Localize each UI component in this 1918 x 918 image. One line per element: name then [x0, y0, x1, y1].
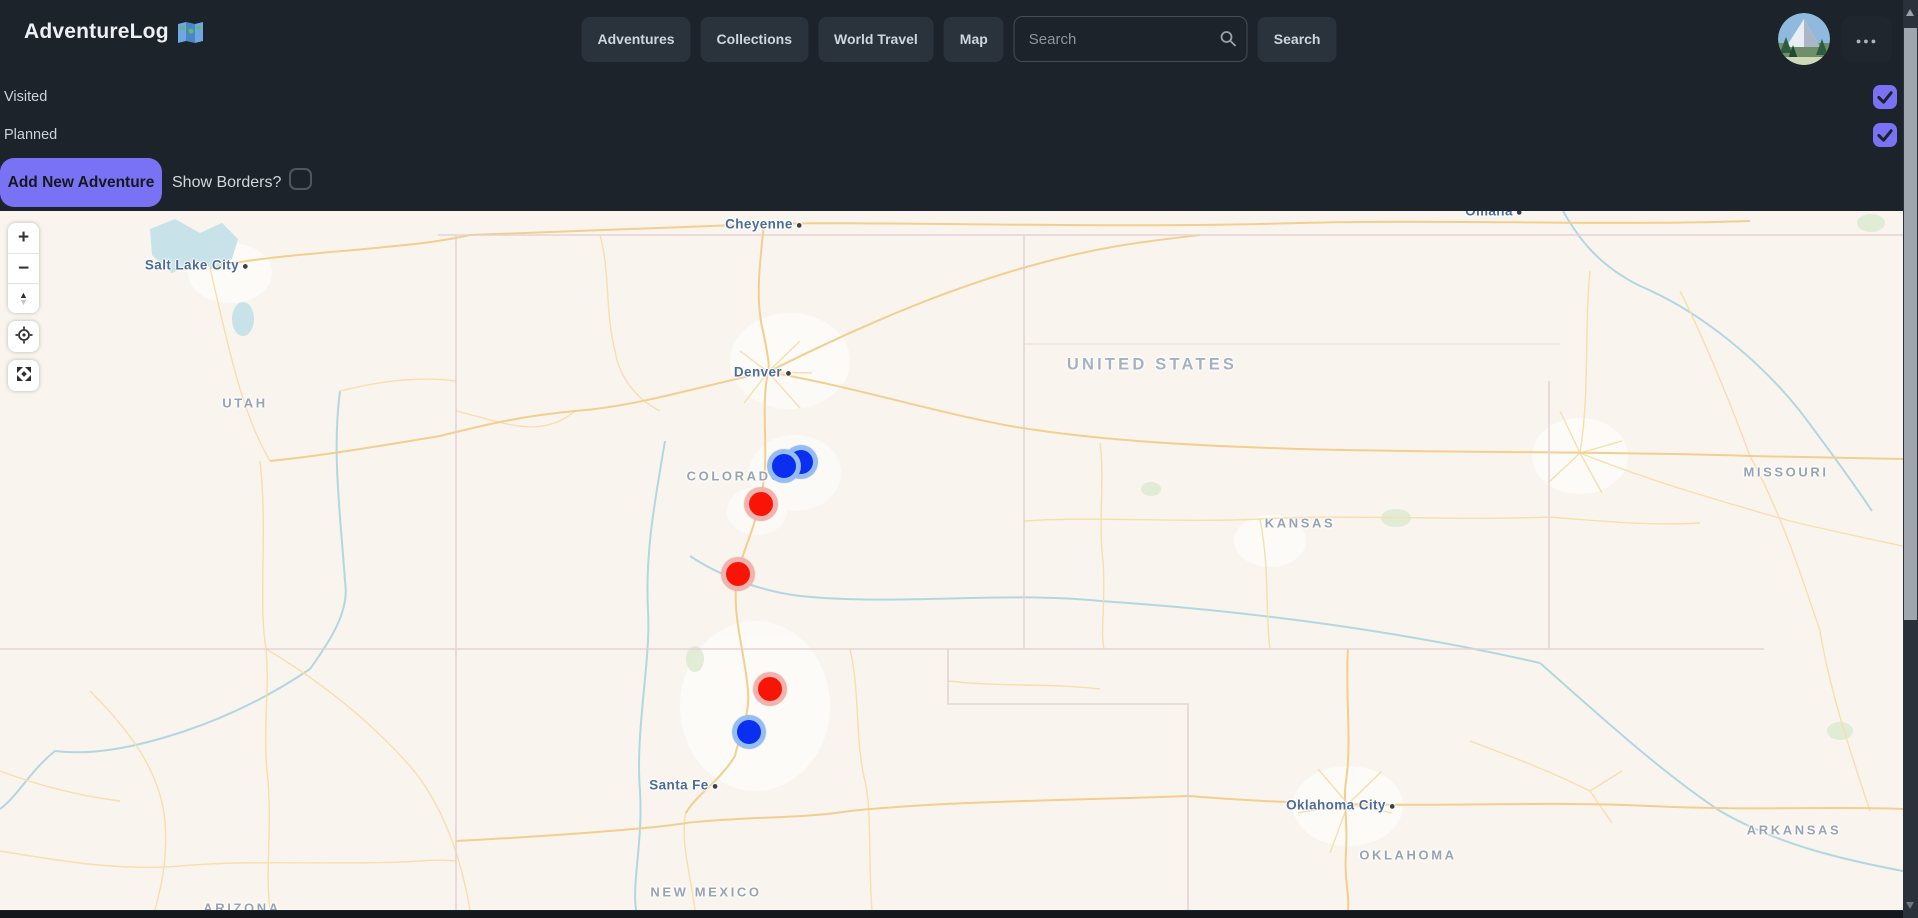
show-borders-label: Show Borders? — [172, 174, 281, 192]
city-label-cheyenne: Cheyenne● — [725, 217, 803, 232]
footer-bar — [0, 911, 1918, 918]
nav-item-collections[interactable]: Collections — [701, 17, 808, 62]
country-label-united-states: UNITED STATES — [1067, 356, 1237, 375]
show-borders-checkbox[interactable] — [289, 168, 312, 190]
nav-item-adventures[interactable]: Adventures — [582, 17, 691, 62]
city-label-santa-fe: Santa Fe● — [649, 778, 719, 793]
state-label-missouri: MISSOURI — [1743, 465, 1828, 480]
city-dot-icon: ● — [785, 368, 792, 380]
map-controls: + − ▲▼ — [8, 223, 39, 399]
state-label-arkansas: ARKANSAS — [1747, 823, 1841, 838]
planned-checkbox[interactable] — [1873, 123, 1897, 147]
visited-checkbox[interactable] — [1873, 85, 1897, 109]
state-label-arizona: ARIZONA — [203, 901, 280, 911]
filter-row-visited: Visited — [0, 78, 1918, 116]
city-label-salt-lake-city: Salt Lake City● — [145, 258, 249, 273]
scrollbar-thumb[interactable] — [1904, 28, 1917, 620]
filter-row-planned: Planned — [0, 116, 1918, 154]
search-input[interactable] — [1014, 16, 1248, 62]
ellipsis-icon: ●●● — [1856, 36, 1878, 46]
state-label-new-mexico: NEW MEXICO — [650, 885, 761, 900]
state-label-kansas: KANSAS — [1265, 516, 1336, 531]
app-title: AdventureLog — [24, 20, 169, 44]
nav-item-map[interactable]: Map — [944, 17, 1004, 62]
action-row: Add New Adventure Show Borders? — [0, 154, 1918, 211]
city-label-oklahoma-city: Oklahoma City● — [1286, 798, 1396, 813]
adventure-marker-planned[interactable] — [772, 454, 796, 478]
state-label-oklahoma: OKLAHOMA — [1359, 848, 1456, 863]
filter-panel: Visited Planned Add New Adventure Show Bo… — [0, 78, 1918, 211]
adventure-marker-visited[interactable] — [726, 562, 750, 586]
zoom-out-button[interactable]: − — [8, 253, 39, 283]
city-label-denver: Denver● — [734, 365, 792, 380]
compass-pitch-button[interactable]: ▲▼ — [8, 283, 39, 313]
adventure-marker-visited[interactable] — [758, 677, 782, 701]
visited-label: Visited — [4, 89, 47, 105]
navbar-right: ●●● — [1778, 0, 1892, 78]
zoom-in-button[interactable]: + — [8, 223, 39, 253]
basemap-tiles — [0, 211, 1903, 910]
nav-item-world-travel[interactable]: World Travel — [818, 17, 934, 62]
planned-label: Planned — [4, 127, 57, 143]
search-icon — [1220, 30, 1237, 52]
city-dot-icon: ● — [1516, 211, 1523, 219]
filter-rows: Visited Planned — [0, 78, 1918, 154]
search-box — [1014, 16, 1248, 62]
geolocate-icon — [15, 326, 33, 347]
primary-nav: AdventuresCollectionsWorld TravelMap Sea… — [582, 16, 1337, 62]
geolocate-button[interactable] — [8, 321, 39, 352]
fullscreen-button[interactable] — [8, 360, 39, 391]
city-label-omaha: Omaha● — [1465, 211, 1523, 219]
scroll-up-icon[interactable] — [1906, 9, 1914, 16]
city-dot-icon: ● — [796, 220, 803, 232]
nav-items: AdventuresCollectionsWorld TravelMap — [582, 17, 1004, 62]
world-map-emoji-icon — [177, 22, 204, 43]
city-dot-icon: ● — [1389, 801, 1396, 813]
scroll-down-icon[interactable] — [1906, 902, 1914, 909]
more-menu-button[interactable]: ●●● — [1842, 16, 1892, 62]
add-new-adventure-button[interactable]: Add New Adventure — [0, 158, 162, 207]
page-scrollbar[interactable] — [1903, 0, 1918, 918]
user-avatar[interactable] — [1778, 13, 1830, 65]
city-dot-icon: ● — [242, 261, 249, 273]
state-label-utah: UTAH — [222, 396, 268, 411]
navbar: AdventureLog AdventuresCollectionsWorld … — [0, 0, 1918, 78]
app-logo[interactable]: AdventureLog — [24, 20, 204, 44]
adventure-marker-visited[interactable] — [749, 492, 773, 516]
fullscreen-icon — [15, 365, 33, 386]
city-dot-icon: ● — [712, 781, 719, 793]
state-label-colorado: COLORADO — [687, 469, 784, 484]
adventure-marker-planned[interactable] — [737, 720, 761, 744]
map-canvas[interactable]: UNITED STATES UTAH COLORADO KANSAS MISSOURI N… — [0, 211, 1903, 910]
search-button[interactable]: Search — [1258, 17, 1337, 62]
adventurelog-app: AdventureLog AdventuresCollectionsWorld … — [0, 0, 1918, 918]
compass-icon: ▲▼ — [19, 292, 28, 306]
zoom-control-group: + − ▲▼ — [8, 223, 39, 313]
